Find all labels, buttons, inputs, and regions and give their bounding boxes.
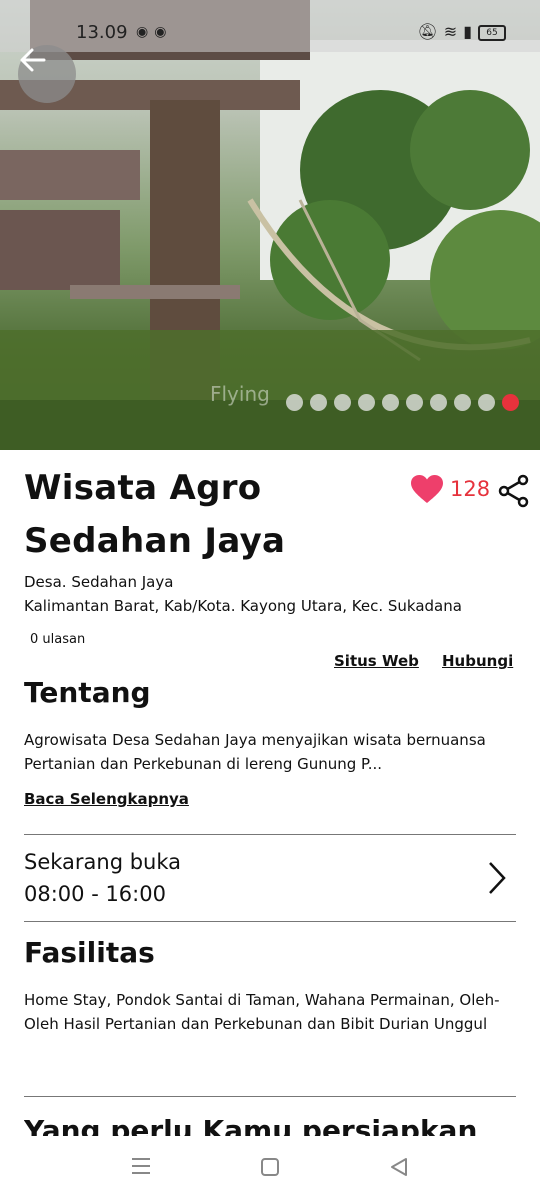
status-bar: 13.09 ◉◉ 🔕︎≋▮ 65 xyxy=(0,0,540,52)
system-navigation-bar xyxy=(0,1136,540,1200)
heart-icon xyxy=(411,475,443,503)
contact-link[interactable]: Hubungi xyxy=(442,652,513,670)
like-button[interactable]: 128 xyxy=(410,474,490,504)
home-icon[interactable] xyxy=(259,1156,281,1178)
like-count: 128 xyxy=(450,477,491,501)
share-button[interactable] xyxy=(498,474,530,512)
about-heading: Tentang xyxy=(24,676,151,709)
next-section-heading: Yang perlu Kamu persiapkan xyxy=(24,1114,516,1136)
read-more-link[interactable]: Baca Selengkapnya xyxy=(24,790,189,808)
hero-photo xyxy=(0,0,540,450)
open-hours: 08:00 - 16:00 xyxy=(24,882,166,906)
carousel-dot[interactable] xyxy=(502,394,519,411)
back-arrow-icon xyxy=(20,48,46,72)
opening-hours-row[interactable]: Sekarang buka 08:00 - 16:00 xyxy=(24,838,516,920)
next-section-heading-text: Yang perlu Kamu persiapkan xyxy=(24,1114,478,1136)
place-title: Wisata Agro Sedahan Jaya xyxy=(24,468,286,561)
wifi-icon: ≋ xyxy=(443,22,464,41)
divider xyxy=(24,921,516,922)
about-text: Agrowisata Desa Sedahan Jaya menyajikan … xyxy=(24,731,486,773)
carousel-dot[interactable] xyxy=(478,394,495,411)
mute-icon: 🔕︎ xyxy=(417,22,444,41)
carousel-dot[interactable] xyxy=(406,394,423,411)
back-button[interactable] xyxy=(18,45,76,103)
back-icon[interactable] xyxy=(388,1156,410,1178)
carousel-dot[interactable] xyxy=(382,394,399,411)
share-icon xyxy=(498,474,529,508)
divider xyxy=(24,834,516,835)
signal-icon: ▮ xyxy=(463,22,478,41)
carousel-dot[interactable] xyxy=(334,394,351,411)
carousel-indicators[interactable] xyxy=(286,394,519,411)
address-line-1: Desa. Sedahan Jaya xyxy=(24,573,174,591)
hero-image[interactable]: 13.09 ◉◉ 🔕︎≋▮ 65 Flying xyxy=(0,0,540,450)
reviews-count[interactable]: 0 ulasan xyxy=(30,632,85,647)
chevron-right-icon xyxy=(489,862,506,894)
battery-icon: 65 xyxy=(478,24,506,41)
notification-icons: ◉◉ xyxy=(136,24,173,40)
carousel-dot[interactable] xyxy=(286,394,303,411)
carousel-dot[interactable] xyxy=(310,394,327,411)
carousel-dot[interactable] xyxy=(454,394,471,411)
address-line-2: Kalimantan Barat, Kab/Kota. Kayong Utara… xyxy=(24,597,462,615)
website-link[interactable]: Situs Web xyxy=(334,652,419,670)
divider xyxy=(24,1096,516,1097)
facilities-heading: Fasilitas xyxy=(24,936,155,969)
watermark: Flying xyxy=(210,382,270,406)
open-status: Sekarang buka xyxy=(24,850,182,874)
carousel-dot[interactable] xyxy=(430,394,447,411)
menu-icon[interactable] xyxy=(130,1156,152,1176)
facilities-text: Home Stay, Pondok Santai di Taman, Wahan… xyxy=(24,991,500,1033)
carousel-dot[interactable] xyxy=(358,394,375,411)
status-time: 13.09 xyxy=(76,22,128,43)
status-icons: 🔕︎≋▮ 65 xyxy=(417,22,506,41)
